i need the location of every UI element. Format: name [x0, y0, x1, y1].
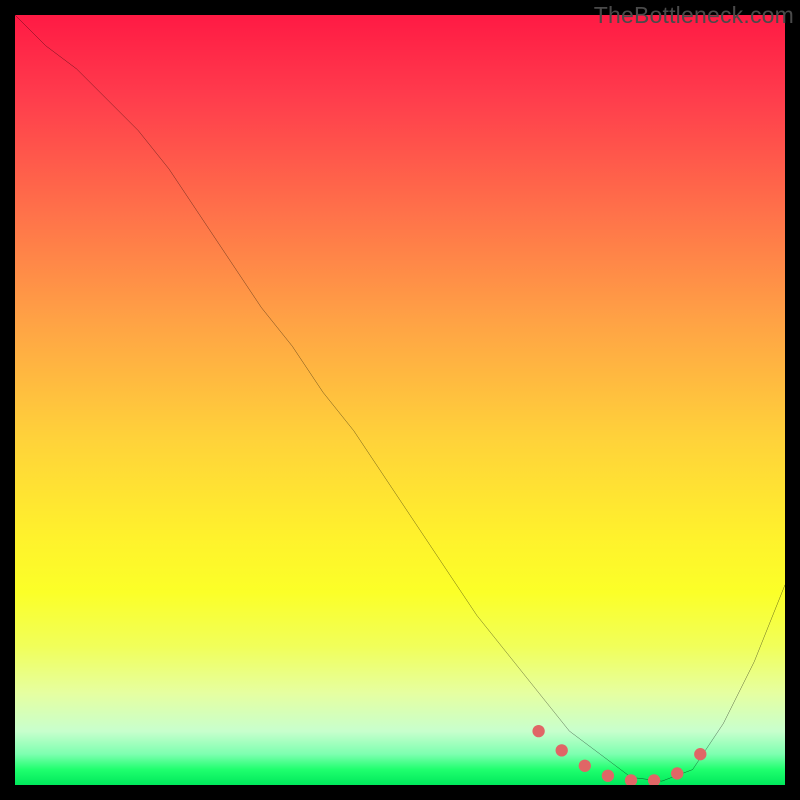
valley-dot: [556, 744, 568, 756]
watermark-text: TheBottleneck.com: [594, 2, 794, 29]
chart-svg: [15, 15, 785, 785]
valley-dot: [694, 748, 706, 760]
valley-dot: [648, 774, 660, 785]
valley-dot: [602, 770, 614, 782]
valley-dot: [625, 774, 637, 785]
chart-stage: TheBottleneck.com: [0, 0, 800, 800]
valley-dot: [579, 760, 591, 772]
valley-dots: [532, 725, 706, 785]
valley-dot: [671, 767, 683, 779]
plot-area: [15, 15, 785, 785]
valley-dot: [532, 725, 544, 737]
main-curve: [15, 15, 785, 781]
